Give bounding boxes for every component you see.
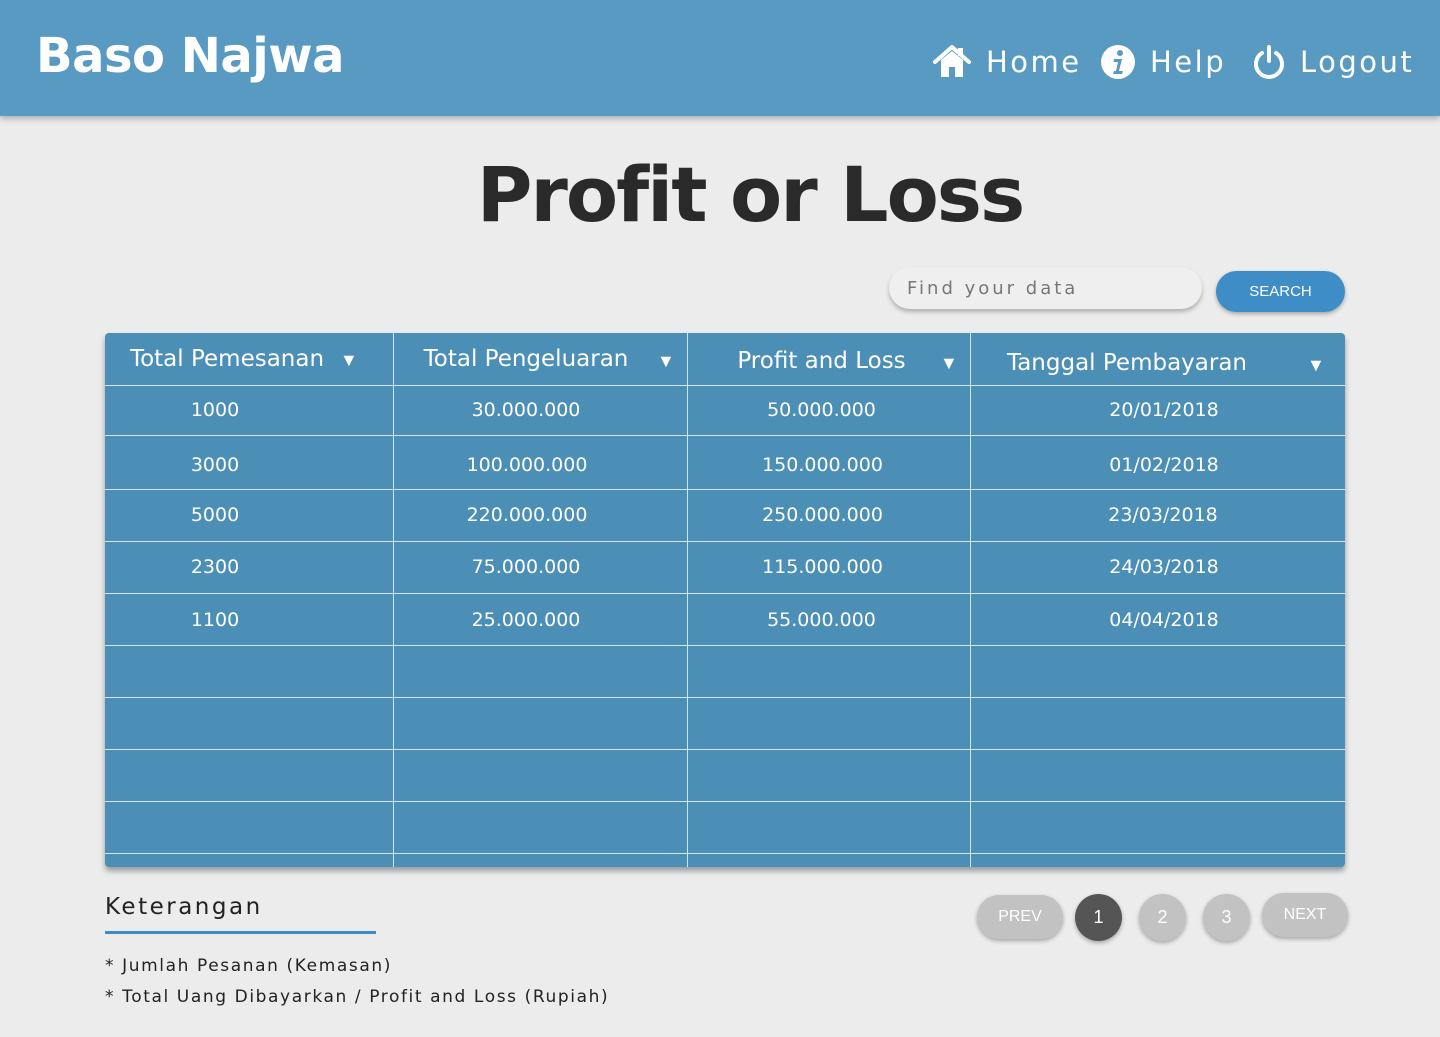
row-divider <box>105 645 1345 646</box>
table-cell: 1000 <box>190 399 240 421</box>
row-divider <box>105 593 1345 594</box>
table-cell: 75.000.000 <box>471 556 581 578</box>
row-divider <box>105 749 1345 750</box>
home-icon <box>933 45 971 77</box>
table-cell: 2300 <box>190 556 240 578</box>
column-header-label: Total Pengeluaran <box>423 346 629 372</box>
table-cell: 150.000.000 <box>762 454 883 476</box>
table-cell: 250.000.000 <box>762 504 883 526</box>
sort-caret-icon[interactable]: ▼ <box>657 351 675 372</box>
page-title: Profit or Loss <box>476 150 1026 239</box>
row-divider <box>105 801 1345 802</box>
top-bar: Baso Najwa Home Help Logout <box>0 0 1440 116</box>
power-icon <box>1254 45 1284 79</box>
table-cell: 01/02/2018 <box>1109 454 1219 476</box>
column-header-label: Total Pemesanan <box>129 346 325 372</box>
sort-caret-icon[interactable]: ▼ <box>340 350 358 371</box>
table-cell: 25.000.000 <box>471 609 581 631</box>
table-cell: 04/04/2018 <box>1109 609 1219 631</box>
nav-help-label: Help <box>1150 45 1227 79</box>
table-cell: 1100 <box>190 609 240 631</box>
prev-page-button[interactable]: PREV <box>977 895 1063 939</box>
page-1-button[interactable]: 1 <box>1075 894 1122 941</box>
table-cell: 100.000.000 <box>466 454 588 476</box>
nav-home-label: Home <box>986 45 1082 79</box>
row-divider <box>105 697 1345 698</box>
brand-logo: Baso Najwa <box>36 28 344 84</box>
row-divider <box>105 435 1345 436</box>
row-divider <box>105 541 1345 542</box>
column-header-total-pemesanan[interactable]: Total Pemesanan <box>105 333 349 385</box>
nav-home[interactable]: Home <box>932 40 1082 84</box>
table-cell: 20/01/2018 <box>1109 399 1219 421</box>
legend-underline <box>105 931 376 934</box>
header-divider <box>105 385 1345 386</box>
table-cell: 55.000.000 <box>767 609 876 631</box>
column-header-total-pengeluaran[interactable]: Total Pengeluaran <box>394 333 658 385</box>
row-divider <box>105 489 1345 490</box>
nav-logout-label: Logout <box>1300 45 1415 79</box>
nav-help[interactable]: Help <box>1100 40 1226 84</box>
next-page-button[interactable]: NEXT <box>1262 893 1348 937</box>
nav-logout[interactable]: Logout <box>1252 40 1414 84</box>
column-header-tanggal-pembayaran[interactable]: Tanggal Pembayaran <box>971 337 1343 389</box>
table-cell: 24/03/2018 <box>1109 556 1219 578</box>
table-cell: 3000 <box>190 454 240 476</box>
search-input[interactable] <box>889 267 1202 309</box>
info-icon <box>1101 45 1135 79</box>
page-3-button[interactable]: 3 <box>1203 894 1250 941</box>
column-header-label: Profit and Loss <box>737 348 906 374</box>
legend-note: * Total Uang Dibayarkan / Profit and Los… <box>105 987 610 1007</box>
table-cell: 220.000.000 <box>466 504 588 526</box>
search-button[interactable]: SEARCH <box>1216 271 1345 312</box>
table-cell: 50.000.000 <box>767 399 876 421</box>
legend-note: * Jumlah Pesanan (Kemasan) <box>105 956 392 976</box>
profit-loss-table: Total Pemesanan ▼ Total Pengeluaran ▼ Pr… <box>105 333 1345 867</box>
sort-caret-icon[interactable]: ▼ <box>1307 355 1325 376</box>
column-header-profit-and-loss[interactable]: Profit and Loss <box>688 335 955 387</box>
sort-caret-icon[interactable]: ▼ <box>940 353 958 374</box>
legend-title: Keterangan <box>105 894 263 920</box>
row-divider <box>105 853 1345 854</box>
table-cell: 5000 <box>190 504 240 526</box>
table-cell: 115.000.000 <box>762 556 883 578</box>
column-header-label: Tanggal Pembayaran <box>1006 350 1248 376</box>
page-2-button[interactable]: 2 <box>1139 894 1186 941</box>
table-cell: 30.000.000 <box>471 399 581 421</box>
table-cell: 23/03/2018 <box>1108 504 1218 526</box>
